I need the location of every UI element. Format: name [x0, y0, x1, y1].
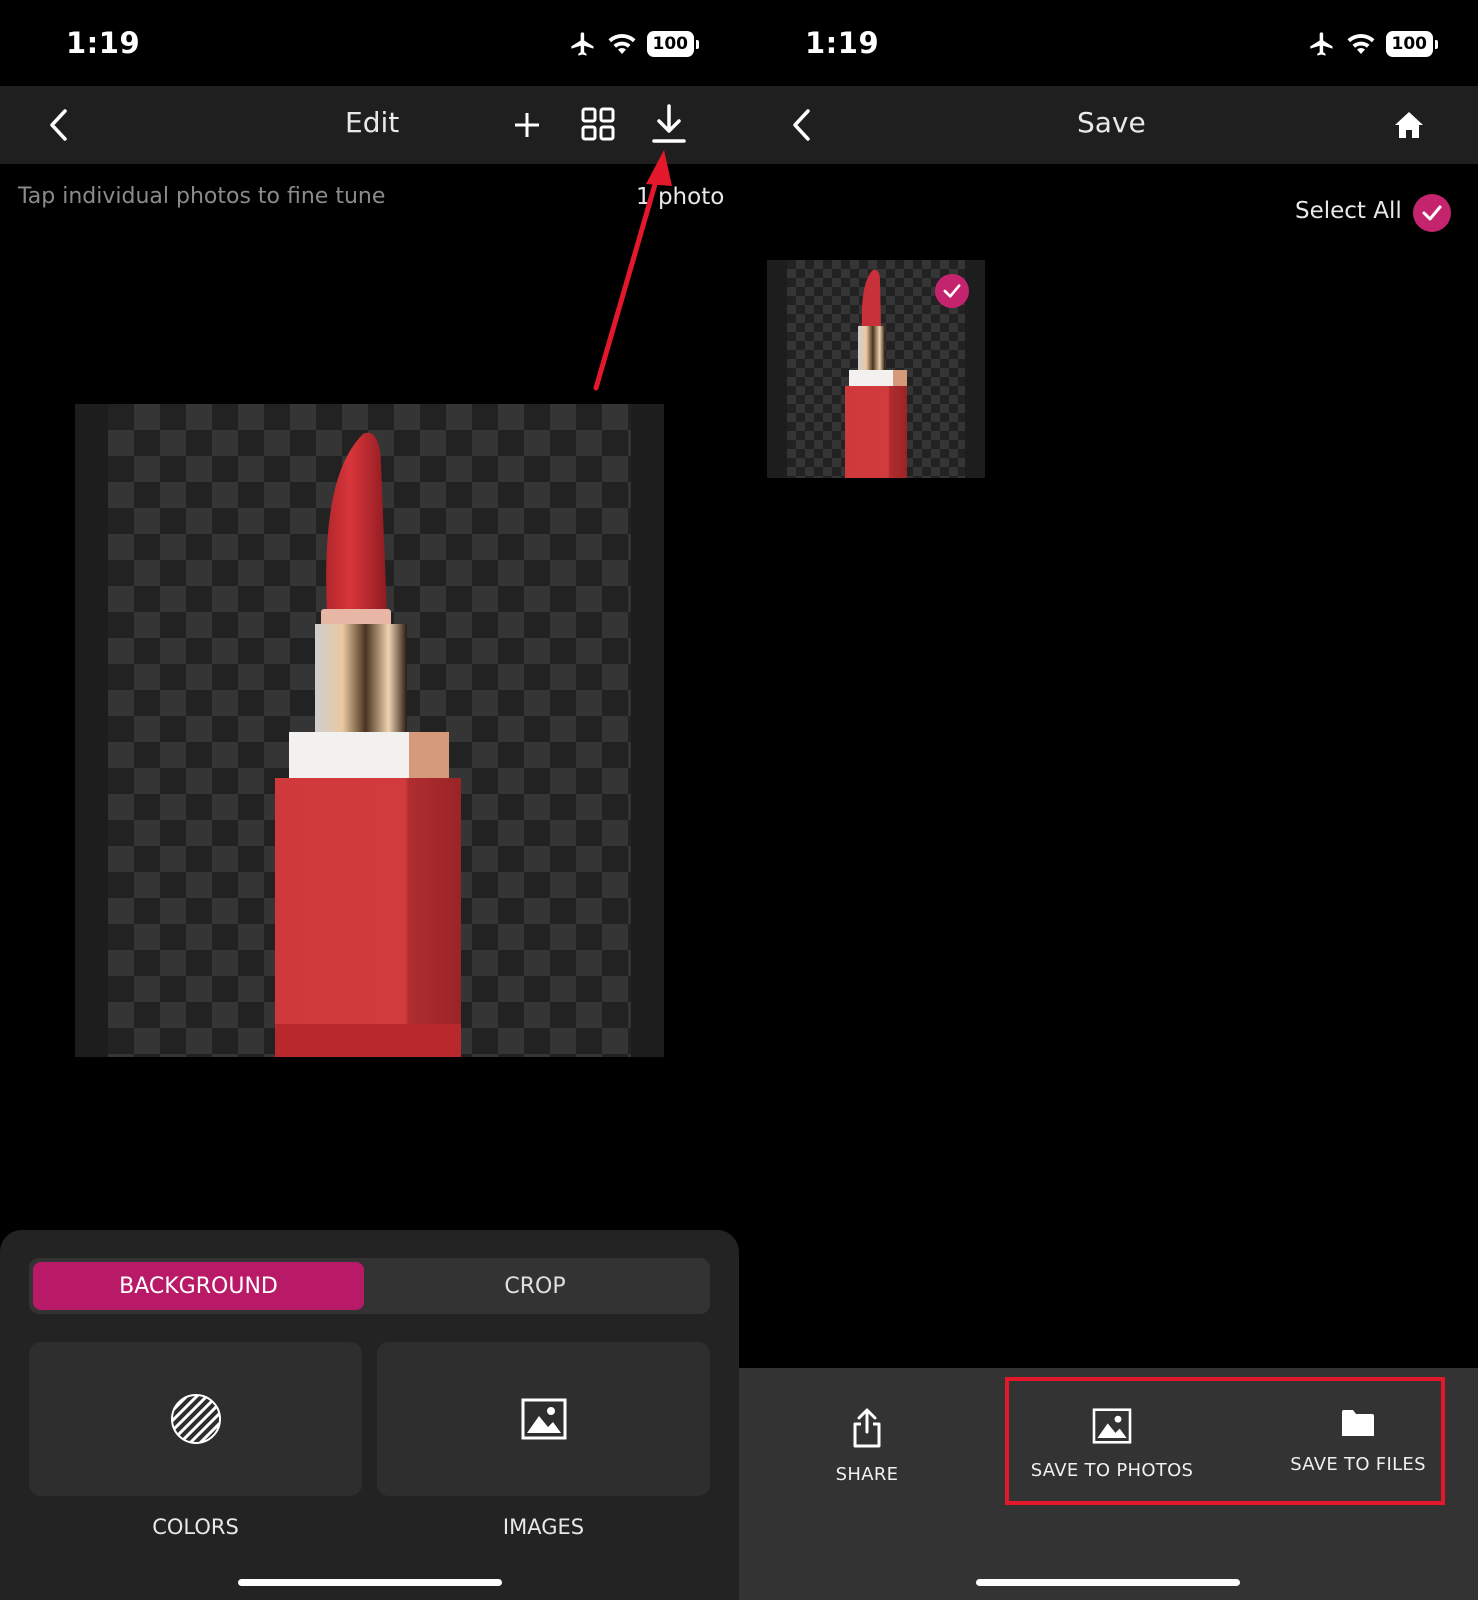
images-label: IMAGES [502, 1515, 585, 1539]
images-tile[interactable] [377, 1342, 710, 1496]
page-title: Save [1077, 106, 1146, 139]
select-all-checkbox[interactable] [1413, 194, 1451, 232]
checkmark-icon [1422, 205, 1442, 221]
status-icons: 100 [569, 30, 699, 58]
save-to-files-label: SAVE TO FILES [1290, 1454, 1426, 1475]
folder-icon [1342, 1410, 1374, 1436]
battery-indicator: 100 [646, 31, 699, 57]
photo-preview[interactable] [75, 404, 664, 1057]
share-button[interactable]: SHARE [762, 1408, 972, 1485]
page-title: Edit [345, 106, 400, 139]
grid-view-button[interactable] [578, 104, 618, 144]
home-indicator [976, 1579, 1240, 1586]
save-navbar: Save [739, 86, 1478, 164]
home-icon [1395, 112, 1423, 138]
photo-thumbnail[interactable] [767, 260, 985, 478]
battery-indicator: 100 [1385, 31, 1438, 57]
add-button[interactable] [508, 106, 546, 144]
save-to-photos-label: SAVE TO PHOTOS [1030, 1460, 1194, 1481]
airplane-icon [1309, 32, 1332, 56]
status-icons: 100 [1308, 30, 1438, 58]
checkmark-icon [943, 284, 961, 298]
save-to-photos-button[interactable]: SAVE TO PHOTOS [1007, 1408, 1217, 1481]
status-time: 1:19 [805, 26, 880, 60]
colors-hatched-circle-icon [170, 1394, 221, 1444]
back-button[interactable] [781, 104, 821, 146]
back-button[interactable] [38, 104, 78, 146]
image-icon [521, 1398, 566, 1440]
tab-crop[interactable]: CROP [364, 1262, 706, 1310]
colors-label: COLORS [152, 1515, 239, 1539]
status-bar: 1:19 100 [739, 0, 1478, 86]
thumbnail-checkbox[interactable] [935, 274, 969, 308]
wifi-icon [1347, 34, 1374, 54]
plus-icon [515, 113, 539, 137]
instruction-text: Tap individual photos to fine tune [18, 184, 386, 209]
bottom-sheet: BACKGROUND CROP COLORS IMAGES [0, 1230, 739, 1600]
grid-icon [581, 107, 615, 141]
status-time: 1:19 [66, 26, 141, 60]
airplane-icon [570, 32, 593, 56]
save-screen: 1:19 100 Save Select All SHARE SAVE TO P… [739, 0, 1478, 1600]
colors-tile[interactable] [29, 1342, 362, 1496]
wifi-icon [608, 34, 635, 54]
battery-level: 100 [1385, 31, 1433, 57]
chevron-left-icon [793, 109, 810, 141]
select-all-label[interactable]: Select All [1295, 198, 1402, 224]
tab-background[interactable]: BACKGROUND [33, 1262, 364, 1310]
download-icon [652, 104, 686, 143]
battery-level: 100 [646, 31, 694, 57]
status-bar: 1:19 100 [0, 0, 739, 86]
save-to-files-button[interactable]: SAVE TO FILES [1253, 1408, 1463, 1475]
home-indicator [238, 1579, 502, 1586]
home-button[interactable] [1387, 104, 1431, 146]
annotation-arrow [593, 150, 672, 391]
lipstick-image [275, 432, 461, 1057]
chevron-left-icon [50, 109, 67, 141]
edit-screen: 1:19 100 Edit Tap individual photos to f… [0, 0, 739, 1600]
image-icon [1092, 1408, 1132, 1444]
share-label: SHARE [835, 1464, 899, 1485]
save-actions-bar: SHARE SAVE TO PHOTOS SAVE TO FILES [739, 1368, 1478, 1600]
mode-segmented-control: BACKGROUND CROP [29, 1258, 710, 1314]
share-icon [853, 1408, 881, 1448]
